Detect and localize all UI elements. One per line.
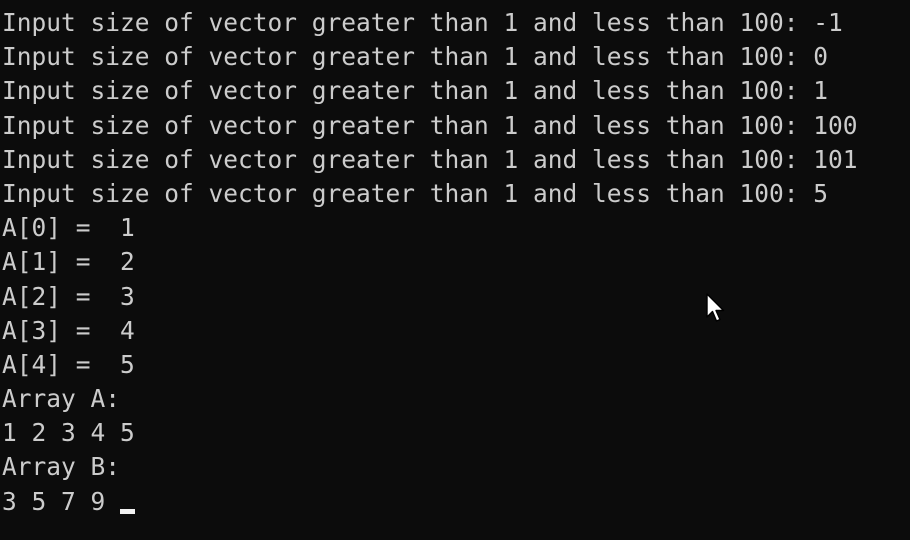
console-line: Input size of vector greater than 1 and … [2, 144, 858, 174]
console-line: Array A: [2, 384, 121, 414]
console-line: A[3] = 4 [2, 315, 135, 345]
console-line: Input size of vector greater than 1 and … [2, 8, 843, 37]
console-line-text: 3 5 7 9 [2, 486, 121, 516]
console-line: A[1] = 2 [2, 247, 135, 277]
console-line: Input size of vector greater than 1 and … [2, 110, 858, 140]
console-line: Input size of vector greater than 1 and … [2, 178, 829, 208]
console-line: A[2] = 3 [2, 281, 135, 311]
console-line: A[0] = 1 [2, 213, 135, 243]
mouse-pointer-icon [706, 293, 725, 322]
console-output[interactable]: Input size of vector greater than 1 and … [0, 0, 910, 540]
console-line: Input size of vector greater than 1 and … [2, 76, 829, 106]
text-cursor [120, 509, 136, 515]
console-line: Array B: [2, 452, 121, 482]
console-line: A[4] = 5 [2, 349, 135, 379]
console-line: 1 2 3 4 5 [2, 418, 135, 448]
console-input-line[interactable]: 3 5 7 9 [2, 485, 910, 519]
console-line: Input size of vector greater than 1 and … [2, 42, 829, 72]
